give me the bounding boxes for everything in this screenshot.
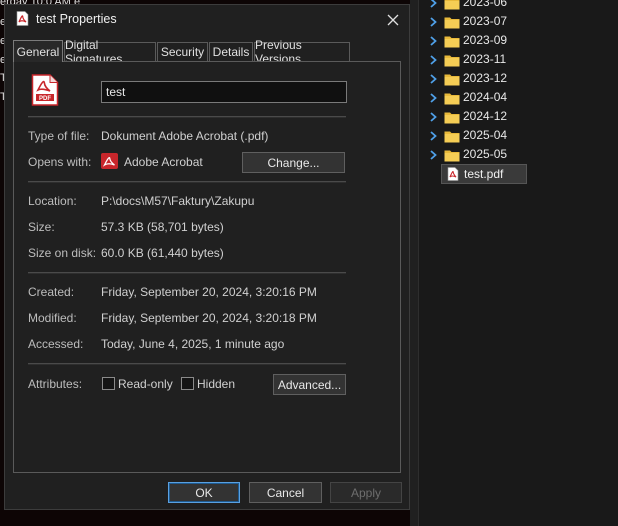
pdf-file-icon [16, 11, 29, 29]
folder-icon [444, 73, 460, 86]
folder-icon [444, 0, 460, 10]
folder-label: 2025-04 [463, 128, 508, 142]
hidden-label[interactable]: Hidden [197, 377, 235, 391]
folder-label: 2024-04 [463, 90, 508, 104]
chevron-right-icon[interactable] [427, 34, 439, 48]
folder-label: 2023-11 [463, 52, 507, 66]
separator [28, 272, 346, 274]
created-value: Friday, September 20, 2024, 3:20:16 PM [101, 285, 317, 299]
svg-text:PDF: PDF [39, 96, 51, 102]
opens-with-label: Opens with: [28, 155, 92, 169]
explorer-tree-pane: test.pdf 2023-06 2023-07 2023-09 2023-11 202… [418, 0, 618, 526]
tab-details[interactable]: Details [209, 42, 253, 61]
tab-general[interactable]: General [13, 40, 63, 62]
properties-dialog: test Properties General Digital Signatur… [4, 4, 410, 510]
general-panel: PDF Type of file: Dokument Adobe Acrobat… [13, 61, 401, 473]
folder-label: 2024-12 [463, 109, 508, 123]
hidden-checkbox[interactable] [181, 377, 194, 390]
folder-tree-item[interactable]: 2025-04 [419, 127, 618, 145]
chevron-right-icon[interactable] [427, 91, 439, 105]
location-label: Location: [28, 194, 77, 208]
adobe-acrobat-icon [101, 153, 118, 172]
folder-icon [444, 149, 460, 162]
size-value: 57.3 KB (58,701 bytes) [101, 220, 224, 234]
size-label: Size: [28, 220, 55, 234]
file-name-input[interactable] [101, 81, 347, 103]
advanced-button[interactable]: Advanced... [273, 374, 346, 395]
folder-tree-item[interactable]: 2023-07 [419, 13, 618, 31]
accessed-value: Today, June 4, 2025, 1 minute ago [101, 337, 285, 351]
folder-icon [444, 35, 460, 48]
folder-icon [444, 130, 460, 143]
folder-icon [444, 16, 460, 29]
tab-security[interactable]: Security [157, 42, 208, 61]
folder-tree-item[interactable]: 2023-12 [419, 70, 618, 88]
chevron-right-icon[interactable] [427, 110, 439, 124]
separator [28, 363, 346, 365]
separator [28, 181, 346, 183]
chevron-right-icon[interactable] [427, 53, 439, 67]
file-name: test.pdf [464, 167, 504, 181]
size-on-disk-label: Size on disk: [28, 246, 97, 260]
pdf-file-icon: PDF [31, 74, 59, 109]
folder-tree-item[interactable]: 2023-11 [419, 51, 618, 69]
tab-previous-versions[interactable]: Previous Versions [254, 38, 350, 66]
change-button[interactable]: Change... [242, 152, 345, 173]
tab-digital-signatures[interactable]: Digital Signatures [64, 38, 156, 66]
type-of-file-value: Dokument Adobe Acrobat (.pdf) [101, 129, 269, 143]
folder-label: 2025-05 [463, 147, 508, 161]
read-only-label[interactable]: Read-only [118, 377, 173, 391]
chevron-right-icon[interactable] [427, 72, 439, 86]
folder-label: 2023-06 [463, 0, 508, 9]
folder-tree-item[interactable]: 2023-09 [419, 32, 618, 50]
close-button[interactable] [381, 9, 405, 31]
folder-icon [444, 111, 460, 124]
accessed-label: Accessed: [28, 337, 84, 351]
folder-label: 2023-07 [463, 14, 508, 28]
dialog-title: test Properties [36, 12, 117, 26]
chevron-right-icon[interactable] [427, 129, 439, 143]
folder-tree-item[interactable]: 2024-12 [419, 108, 618, 126]
pdf-file-icon [447, 167, 459, 184]
cancel-button[interactable]: Cancel [249, 482, 322, 503]
type-of-file-label: Type of file: [28, 129, 90, 143]
folder-tree-item[interactable]: 2025-05 [419, 146, 618, 164]
folder-tree-item[interactable]: 2024-04 [419, 89, 618, 107]
size-on-disk-value: 60.0 KB (61,440 bytes) [101, 246, 224, 260]
opens-with-value: Adobe Acrobat [124, 155, 203, 169]
folder-label: 2023-12 [463, 71, 508, 85]
attributes-label: Attributes: [28, 377, 83, 391]
modified-label: Modified: [28, 311, 77, 325]
read-only-checkbox[interactable] [102, 377, 115, 390]
folder-icon [444, 54, 460, 67]
apply-button[interactable]: Apply [330, 482, 402, 503]
close-icon [387, 14, 399, 26]
separator [28, 116, 346, 118]
ok-button[interactable]: OK [168, 482, 240, 503]
title-bar[interactable]: test Properties [5, 5, 409, 35]
created-label: Created: [28, 285, 75, 299]
location-value: P:\docs\M57\Faktury\Zakupu [101, 194, 255, 208]
folder-icon [444, 92, 460, 105]
folder-label: 2023-09 [463, 33, 508, 47]
chevron-right-icon[interactable] [427, 0, 439, 10]
folder-tree-item[interactable]: 2023-06 [419, 0, 618, 12]
chevron-right-icon[interactable] [427, 148, 439, 162]
chevron-right-icon[interactable] [427, 15, 439, 29]
modified-value: Friday, September 20, 2024, 3:20:18 PM [101, 311, 317, 325]
file-item-test-pdf[interactable]: test.pdf [441, 164, 527, 184]
